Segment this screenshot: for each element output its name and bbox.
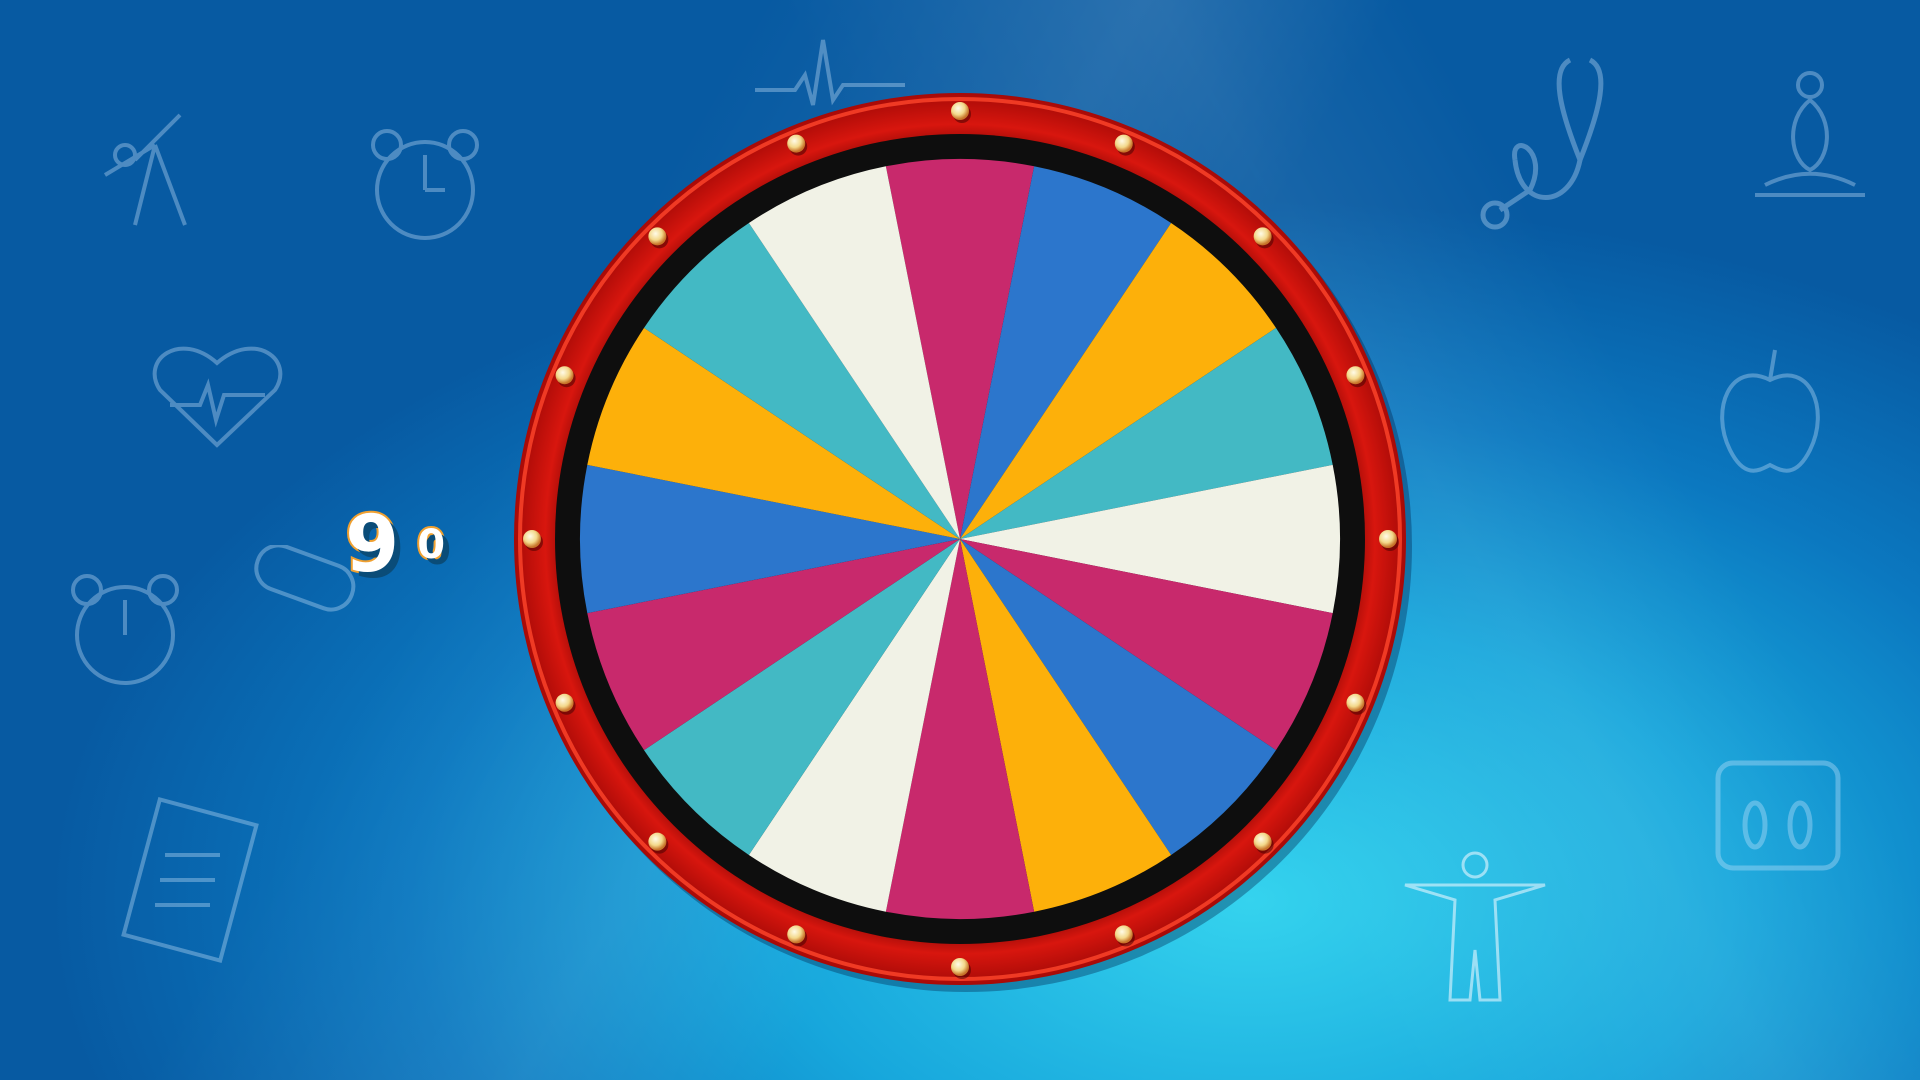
rim-bolt: [1114, 134, 1133, 153]
rim-bolt: [1253, 832, 1272, 851]
rim-bolt: [951, 102, 969, 120]
rim-bolt: [1253, 227, 1272, 246]
rim-bolt: [1346, 366, 1365, 385]
rim-bolt: [555, 693, 574, 712]
rim-bolt: [951, 958, 969, 976]
rim-bolt: [1379, 530, 1397, 548]
prize-wheel[interactable]: [0, 0, 1920, 1080]
rim-bolt: [648, 832, 667, 851]
rim-bolt: [1346, 693, 1365, 712]
rim-bolt: [523, 530, 541, 548]
rim-bolt: [555, 366, 574, 385]
rim-bolt: [787, 925, 806, 944]
wheel-segments: [580, 159, 1340, 919]
rim-bolt: [648, 227, 667, 246]
rim-bolt: [1114, 925, 1133, 944]
rim-bolt: [787, 134, 806, 153]
